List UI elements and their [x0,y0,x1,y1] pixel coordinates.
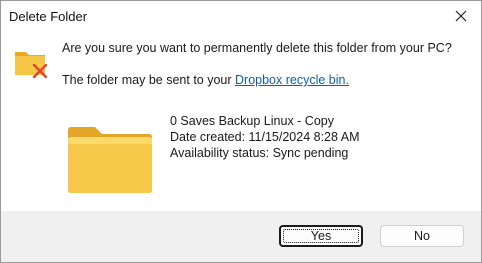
recycle-note: The folder may be sent to your Dropbox r… [62,73,349,87]
dialog-content: Are you sure you want to permanently del… [1,31,481,211]
button-bar: Yes No [1,211,481,262]
close-icon [455,10,467,22]
focus-ring [283,229,359,243]
close-button[interactable] [441,1,481,31]
delete-folder-dialog: Delete Folder Are you sure you want to p… [0,0,482,263]
dropbox-recycle-bin-link[interactable]: Dropbox recycle bin. [235,73,349,87]
folder-date-created: Date created: 11/15/2024 8:28 AM [170,130,360,144]
folder-details: 0 Saves Backup Linux - Copy Date created… [170,113,359,161]
no-button-label: No [414,229,430,243]
title-bar: Delete Folder [1,1,481,31]
recycle-note-text: The folder may be sent to your [62,73,236,87]
folder-availability-status: Availability status: Sync pending [170,146,349,160]
folder-name: 0 Saves Backup Linux - Copy [170,114,334,128]
yes-button[interactable]: Yes [279,225,363,247]
no-button[interactable]: No [380,225,464,247]
window-title: Delete Folder [9,9,88,24]
folder-icon [68,127,152,193]
folder-delete-icon [15,52,48,79]
confirmation-question: Are you sure you want to permanently del… [62,41,452,55]
